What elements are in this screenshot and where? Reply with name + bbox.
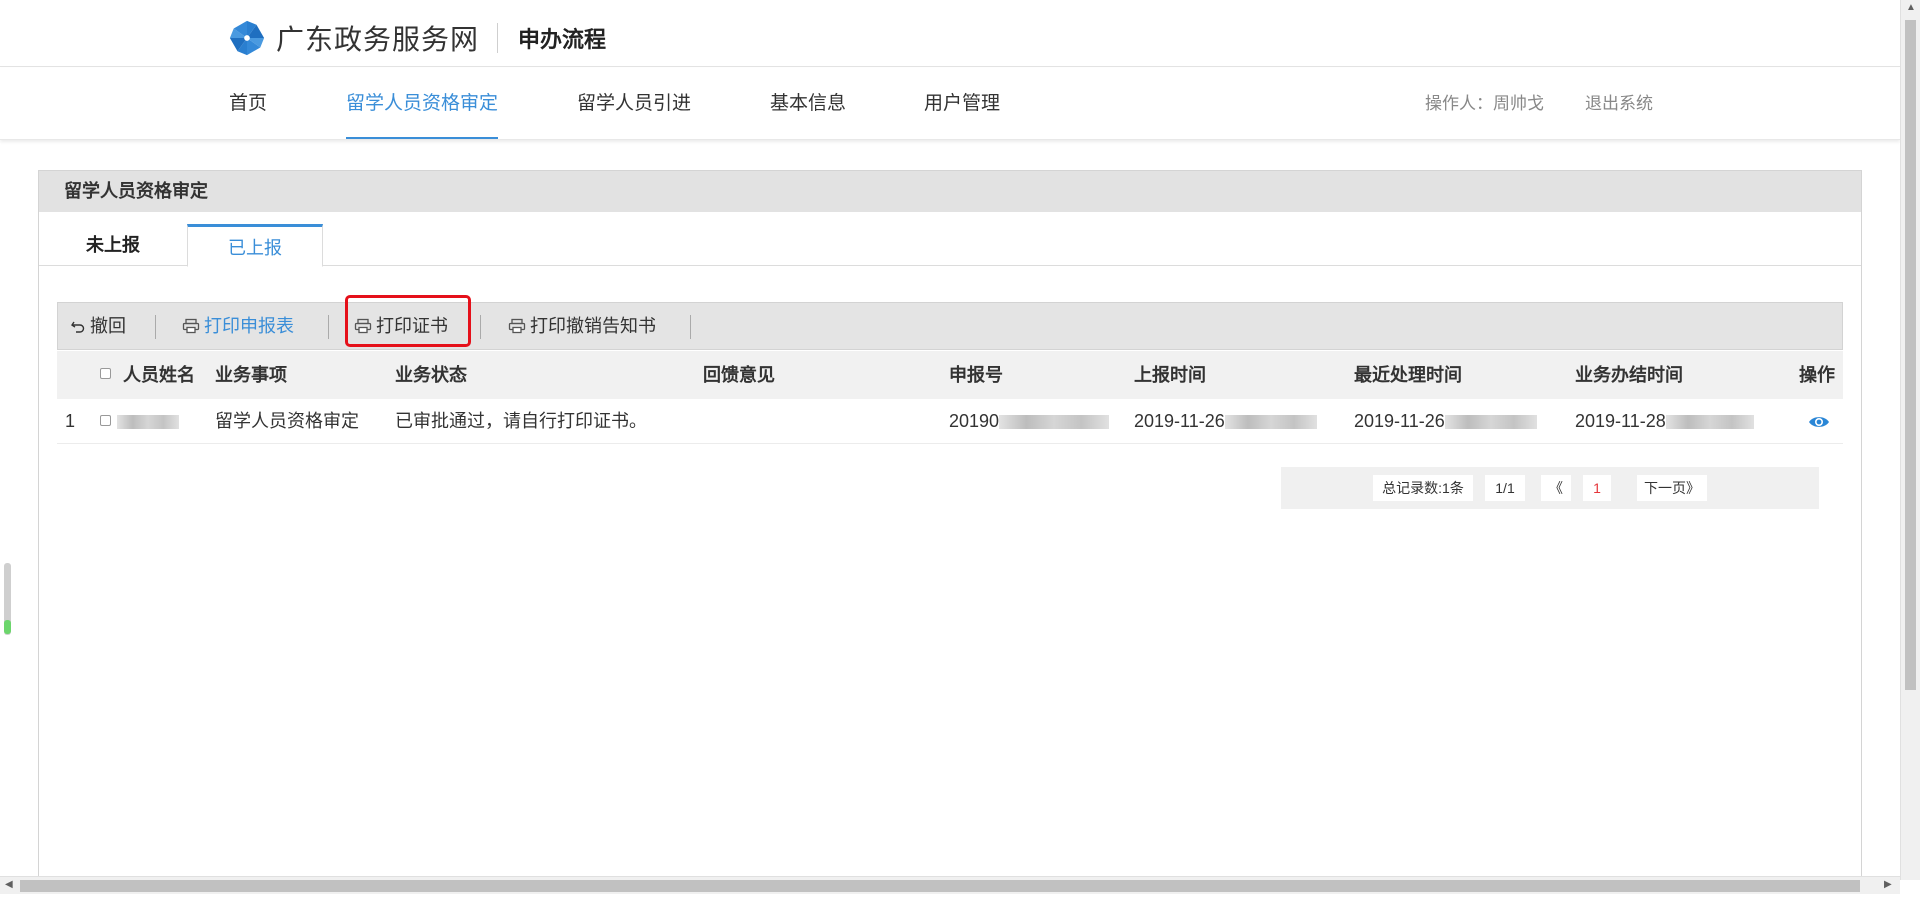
print-form-label: 打印申报表 bbox=[204, 316, 294, 336]
header-subtitle: 申办流程 bbox=[518, 27, 607, 52]
horizontal-scroll-thumb[interactable] bbox=[20, 880, 1860, 892]
undo-icon bbox=[71, 321, 85, 333]
col-name: 人员姓名 bbox=[123, 365, 195, 385]
pager-prev-button[interactable]: 《 bbox=[1541, 475, 1571, 501]
nav-qualification-review[interactable]: 留学人员资格审定 bbox=[346, 68, 499, 139]
main-nav: 首页 留学人员资格审定 留学人员引进 基本信息 用户管理 操作人：周帅戈 退出系… bbox=[0, 68, 1900, 140]
pager-current-page[interactable]: 1 bbox=[1583, 475, 1611, 501]
pager-page-info: 1/1 bbox=[1485, 475, 1525, 501]
panel-title: 留学人员资格审定 bbox=[39, 171, 1861, 212]
col-item: 业务事项 bbox=[215, 365, 287, 385]
printer-icon bbox=[508, 318, 526, 334]
print-certificate-label: 打印证书 bbox=[376, 316, 448, 336]
blurred-name bbox=[117, 415, 179, 429]
row-index: 1 bbox=[65, 411, 76, 431]
nav-introduction[interactable]: 留学人员引进 bbox=[577, 68, 691, 139]
logout-link[interactable]: 退出系统 bbox=[1585, 68, 1653, 140]
col-report-no: 申报号 bbox=[949, 365, 1003, 385]
pager-total: 总记录数:1条 bbox=[1373, 475, 1473, 501]
cell-status: 已审批通过，请自行打印证书。 bbox=[395, 411, 647, 431]
cell-report-time: 2019-11-26 bbox=[1134, 399, 1317, 444]
col-action: 操作 bbox=[1799, 365, 1835, 385]
blurred-last-process-time bbox=[1444, 415, 1537, 430]
top-header: 广东政务服务网 申办流程 bbox=[0, 0, 1900, 67]
col-status: 业务状态 bbox=[395, 365, 467, 385]
print-certificate-button[interactable]: 打印证书 bbox=[354, 311, 448, 341]
operator-label: 操作人：周帅戈 bbox=[1425, 94, 1544, 113]
side-handle-indicator bbox=[4, 620, 11, 634]
tab-unreported[interactable]: 未上报 bbox=[39, 224, 187, 267]
last-process-time-text: 2019-11-26 bbox=[1354, 411, 1445, 431]
table-header: 人员姓名 业务事项 业务状态 回馈意见 申报号 上报时间 最近处理时间 业务办结… bbox=[57, 351, 1843, 399]
col-last-process-time: 最近处理时间 bbox=[1354, 365, 1462, 385]
header-divider bbox=[497, 23, 499, 53]
scroll-left-icon[interactable]: ◀ bbox=[5, 879, 13, 890]
pagination: 总记录数:1条 1/1 《 1 下一页》 bbox=[1281, 467, 1819, 509]
nav-basic-info[interactable]: 基本信息 bbox=[770, 68, 846, 139]
blurred-report-time bbox=[1224, 415, 1317, 430]
scroll-up-icon[interactable]: ▲ bbox=[1906, 2, 1916, 13]
toolbar-separator bbox=[155, 315, 156, 339]
report-time-text: 2019-11-26 bbox=[1134, 411, 1225, 431]
nav-user-management[interactable]: 用户管理 bbox=[924, 68, 1000, 139]
print-form-button[interactable]: 打印申报表 bbox=[182, 311, 294, 341]
view-eye-icon[interactable] bbox=[1808, 414, 1830, 430]
print-cancel-notice-label: 打印撤销告知书 bbox=[530, 316, 656, 336]
col-feedback: 回馈意见 bbox=[703, 365, 775, 385]
select-all-checkbox[interactable] bbox=[100, 368, 111, 379]
cell-finish-time: 2019-11-28 bbox=[1575, 399, 1754, 444]
vertical-scrollbar[interactable]: ▲ bbox=[1900, 0, 1920, 880]
cell-report-no: 20190 bbox=[949, 399, 1110, 444]
row-checkbox[interactable] bbox=[100, 415, 111, 426]
cell-last-process-time: 2019-11-26 bbox=[1354, 399, 1537, 444]
action-toolbar: 撤回 打印申报表 打印证书 打印撤销告知书 bbox=[57, 302, 1843, 350]
vertical-scroll-thumb[interactable] bbox=[1905, 20, 1916, 690]
withdraw-button[interactable]: 撤回 bbox=[70, 311, 126, 341]
site-title: 广东政务服务网 bbox=[276, 24, 480, 55]
site-logo[interactable]: 广东政务服务网 申办流程 bbox=[228, 18, 606, 58]
tab-reported[interactable]: 已上报 bbox=[187, 224, 323, 267]
blurred-report-no bbox=[999, 415, 1110, 430]
toolbar-separator bbox=[690, 315, 691, 339]
cell-item: 留学人员资格审定 bbox=[215, 411, 359, 431]
col-finish-time: 业务办结时间 bbox=[1575, 365, 1683, 385]
pager-next-button[interactable]: 下一页》 bbox=[1637, 475, 1707, 501]
toolbar-separator bbox=[328, 315, 329, 339]
finish-time-text: 2019-11-28 bbox=[1575, 411, 1666, 431]
content-panel: 留学人员资格审定 未上报 已上报 撤回 打印申报表 打印证书 打印撤销告知书 人… bbox=[38, 170, 1862, 890]
printer-icon bbox=[182, 318, 200, 334]
col-report-time: 上报时间 bbox=[1134, 365, 1206, 385]
withdraw-label: 撤回 bbox=[90, 316, 126, 336]
nav-home[interactable]: 首页 bbox=[229, 68, 267, 139]
print-cancel-notice-button[interactable]: 打印撤销告知书 bbox=[508, 311, 656, 341]
toolbar-separator bbox=[480, 315, 481, 339]
printer-icon bbox=[354, 318, 372, 334]
pinwheel-logo-icon bbox=[229, 20, 265, 56]
scroll-right-icon[interactable]: ▶ bbox=[1884, 879, 1892, 890]
blurred-finish-time bbox=[1665, 415, 1754, 430]
horizontal-scrollbar[interactable]: ◀ ▶ bbox=[0, 876, 1900, 894]
tab-bar: 未上报 已上报 bbox=[39, 212, 1861, 267]
report-no-text: 20190 bbox=[949, 411, 1000, 431]
table-row: 1 留学人员资格审定 已审批通过，请自行打印证书。 20190 2019-11-… bbox=[57, 399, 1843, 444]
